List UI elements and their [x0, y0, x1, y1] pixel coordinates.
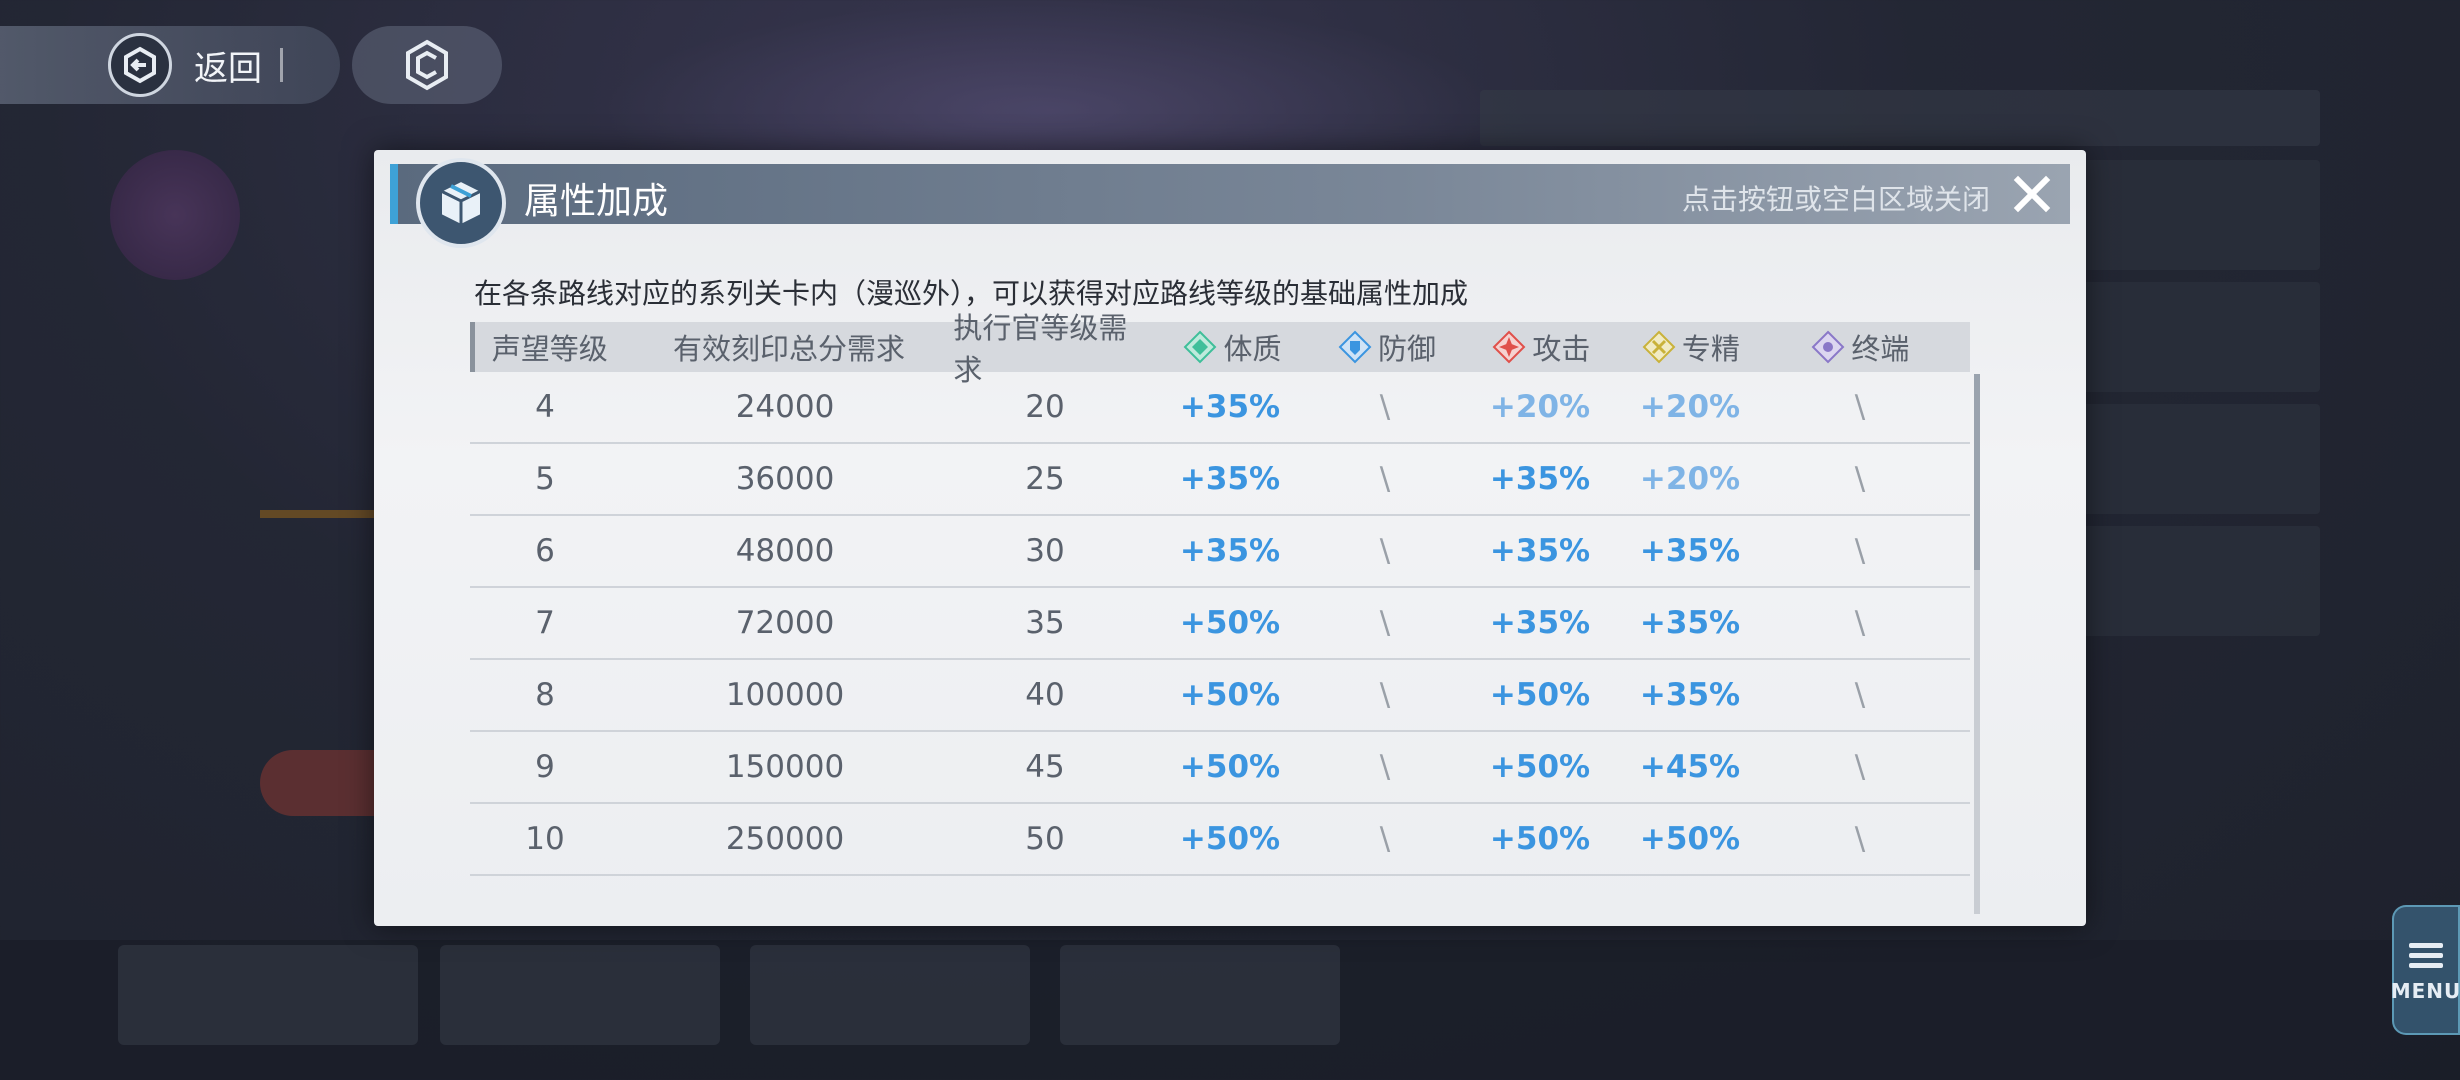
- cell-defense: \: [1379, 533, 1391, 569]
- cell-executor-level: 20: [1025, 389, 1065, 425]
- cell-terminal: \: [1854, 605, 1866, 641]
- cell-mastery: +45%: [1639, 749, 1741, 785]
- cell-terminal: \: [1854, 821, 1866, 857]
- header-defense: 防御: [1322, 326, 1452, 368]
- cell-terminal: \: [1854, 533, 1866, 569]
- cell-reputation-level: 8: [535, 677, 555, 713]
- table-row: 9 150000 45 +50% \ +50% +45% \: [470, 732, 1970, 804]
- cell-score-requirement: 250000: [725, 821, 845, 857]
- close-hint: 点击按钮或空白区域关闭: [1681, 183, 1990, 216]
- cell-mastery: +20%: [1639, 389, 1741, 425]
- cell-mastery: +35%: [1639, 677, 1741, 713]
- cell-score-requirement: 100000: [725, 677, 845, 713]
- cell-attack: +35%: [1489, 533, 1591, 569]
- cell-constitution: +50%: [1179, 677, 1281, 713]
- cell-mastery: +35%: [1639, 605, 1741, 641]
- cell-defense: \: [1379, 605, 1391, 641]
- header-score-requirement: 有效刻印总分需求: [672, 332, 905, 366]
- cell-attack: +35%: [1489, 605, 1591, 641]
- cell-defense: \: [1379, 749, 1391, 785]
- table-body[interactable]: 4 24000 20 +35% \ +20% +20% \ 5 36000 25 +35% \ +35% +…: [470, 372, 1970, 924]
- attribute-bonus-dialog: 属性加成 点击按钮或空白区域关闭 在各条路线对应的系列关卡内（漫巡外），可以获得…: [374, 150, 2086, 926]
- cell-executor-level: 30: [1025, 533, 1065, 569]
- cell-score-requirement: 24000: [735, 389, 835, 425]
- back-label: 返回: [194, 48, 262, 89]
- header-terminal: 终端: [1751, 326, 1970, 368]
- table-row: 6 48000 30 +35% \ +35% +35% \: [470, 516, 1970, 588]
- cell-terminal: \: [1854, 461, 1866, 497]
- menu-label: MENU: [2390, 978, 2460, 1003]
- cell-reputation-level: 6: [535, 533, 555, 569]
- table-row: 4 24000 20 +35% \ +20% +20% \: [470, 372, 1970, 444]
- scrollbar-thumb[interactable]: [1974, 374, 1980, 570]
- cell-score-requirement: 36000: [735, 461, 835, 497]
- cell-constitution: +35%: [1179, 533, 1281, 569]
- dialog-title: 属性加成: [524, 181, 669, 222]
- cell-executor-level: 25: [1025, 461, 1065, 497]
- cell-terminal: \: [1854, 749, 1866, 785]
- table-row: 7 72000 35 +50% \ +35% +35% \: [470, 588, 1970, 660]
- cell-reputation-level: 7: [535, 605, 555, 641]
- table-row: 8 100000 40 +50% \ +50% +35% \: [470, 660, 1970, 732]
- cell-defense: \: [1379, 389, 1391, 425]
- home-button[interactable]: [352, 26, 502, 104]
- cell-constitution: +50%: [1179, 605, 1281, 641]
- terminal-icon: [1811, 330, 1845, 364]
- cell-reputation-level: 4: [535, 389, 555, 425]
- cell-score-requirement: 150000: [725, 749, 845, 785]
- cell-reputation-level: 10: [525, 821, 565, 857]
- cell-attack: +35%: [1489, 461, 1591, 497]
- header-constitution: 体质: [1143, 326, 1322, 368]
- back-arrow-icon: [124, 46, 156, 84]
- header-accent: [390, 164, 398, 224]
- menu-icon: [2409, 938, 2443, 973]
- header-reputation-level: 声望等级: [491, 332, 608, 366]
- cell-attack: +50%: [1489, 821, 1591, 857]
- table-row: 5 36000 25 +35% \ +35% +20% \: [470, 444, 1970, 516]
- cell-attack: +50%: [1489, 677, 1591, 713]
- cell-attack: +50%: [1489, 749, 1591, 785]
- scrollbar[interactable]: [1974, 374, 1980, 914]
- table-header: 声望等级 有效刻印总分需求 执行官等级需求 体质 防御 攻击 专精 终端: [470, 311, 1970, 387]
- cell-executor-level: 50: [1025, 821, 1065, 857]
- cell-mastery: +50%: [1639, 821, 1741, 857]
- cell-constitution: +50%: [1179, 821, 1281, 857]
- table-row: 10 250000 50 +50% \ +50% +50% \: [470, 804, 1970, 876]
- bonus-table: 声望等级 有效刻印总分需求 执行官等级需求 体质 防御 攻击 专精 终端 4 2…: [470, 311, 1970, 876]
- cell-constitution: +35%: [1179, 389, 1281, 425]
- cell-defense: \: [1379, 677, 1391, 713]
- header-mastery: 专精: [1631, 326, 1751, 368]
- cube-icon: [416, 158, 506, 248]
- cell-terminal: \: [1854, 677, 1866, 713]
- cell-mastery: +20%: [1639, 461, 1741, 497]
- nav-separator: [280, 48, 283, 82]
- back-icon: [108, 33, 172, 97]
- cell-constitution: +50%: [1179, 749, 1281, 785]
- cell-executor-level: 35: [1025, 605, 1065, 641]
- cell-reputation-level: 5: [535, 461, 555, 497]
- dialog-header: 属性加成 点击按钮或空白区域关闭: [390, 158, 2070, 248]
- cell-attack: +20%: [1489, 389, 1591, 425]
- attack-icon: [1493, 330, 1526, 364]
- cell-terminal: \: [1854, 389, 1866, 425]
- cell-defense: \: [1379, 461, 1391, 497]
- close-icon[interactable]: [2008, 170, 2056, 218]
- cell-score-requirement: 72000: [735, 605, 835, 641]
- cell-executor-level: 40: [1025, 677, 1065, 713]
- cell-executor-level: 45: [1025, 749, 1065, 785]
- cell-constitution: +35%: [1179, 461, 1281, 497]
- defense-icon: [1338, 330, 1372, 364]
- menu-button[interactable]: MENU: [2390, 905, 2460, 1035]
- header-attack: 攻击: [1452, 326, 1631, 368]
- cell-defense: \: [1379, 821, 1391, 857]
- mastery-icon: [1642, 330, 1676, 364]
- cell-mastery: +35%: [1639, 533, 1741, 569]
- constitution-icon: [1184, 330, 1217, 364]
- back-button[interactable]: 返回: [0, 26, 340, 104]
- cell-reputation-level: 9: [535, 749, 555, 785]
- cell-score-requirement: 48000: [735, 533, 835, 569]
- home-logo-icon: [406, 39, 448, 91]
